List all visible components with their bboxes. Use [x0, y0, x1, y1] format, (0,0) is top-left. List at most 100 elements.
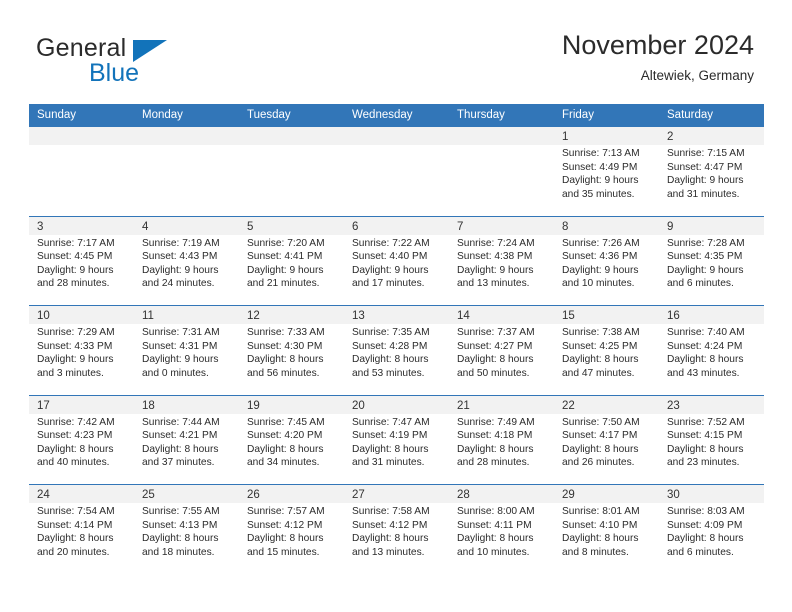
day-cell[interactable]: [449, 127, 554, 216]
day-cell[interactable]: 18 Sunrise: 7:44 AM Sunset: 4:21 PM Dayl…: [134, 395, 239, 484]
day-cell[interactable]: 25 Sunrise: 7:55 AM Sunset: 4:13 PM Dayl…: [134, 485, 239, 574]
daylight-line-2: and 10 minutes.: [562, 278, 635, 290]
sunset-line: Sunset: 4:09 PM: [667, 519, 743, 531]
day-info: Sunrise: 7:54 AM Sunset: 4:14 PM Dayligh…: [29, 503, 134, 559]
day-info: Sunrise: 8:01 AM Sunset: 4:10 PM Dayligh…: [554, 503, 659, 559]
day-cell[interactable]: 30 Sunrise: 8:03 AM Sunset: 4:09 PM Dayl…: [659, 485, 764, 574]
day-number: 8: [562, 220, 569, 233]
day-cell[interactable]: 20 Sunrise: 7:47 AM Sunset: 4:19 PM Dayl…: [344, 395, 449, 484]
day-cell[interactable]: 8 Sunrise: 7:26 AM Sunset: 4:36 PM Dayli…: [554, 216, 659, 305]
sunrise-line: Sunrise: 7:29 AM: [37, 327, 115, 338]
day-cell[interactable]: [29, 127, 134, 216]
sunrise-line: Sunrise: 7:20 AM: [247, 237, 325, 249]
general-blue-logo[interactable]: General Blue: [36, 34, 216, 92]
day-number-strip: 30: [659, 485, 764, 503]
sunset-line: Sunset: 4:12 PM: [352, 519, 428, 531]
weekday-header-row: Sunday Monday Tuesday Wednesday Thursday…: [29, 104, 764, 126]
day-info: Sunrise: 7:28 AM Sunset: 4:35 PM Dayligh…: [659, 235, 764, 291]
daylight-line-2: and 23 minutes.: [667, 457, 740, 469]
day-cell[interactable]: 22 Sunrise: 7:50 AM Sunset: 4:17 PM Dayl…: [554, 395, 659, 484]
sunset-line: Sunset: 4:38 PM: [457, 251, 533, 263]
day-cell[interactable]: 24 Sunrise: 7:54 AM Sunset: 4:14 PM Dayl…: [29, 485, 134, 574]
day-cell[interactable]: 28 Sunrise: 8:00 AM Sunset: 4:11 PM Dayl…: [449, 485, 554, 574]
daylight-line-1: Daylight: 9 hours: [562, 264, 639, 276]
sunrise-line: Sunrise: 7:35 AM: [352, 327, 430, 338]
day-cell[interactable]: 19 Sunrise: 7:45 AM Sunset: 4:20 PM Dayl…: [239, 395, 344, 484]
day-cell[interactable]: 29 Sunrise: 8:01 AM Sunset: 4:10 PM Dayl…: [554, 485, 659, 574]
daylight-line-1: Daylight: 9 hours: [352, 264, 429, 276]
day-cell[interactable]: 9 Sunrise: 7:28 AM Sunset: 4:35 PM Dayli…: [659, 216, 764, 305]
day-cell[interactable]: 1 Sunrise: 7:13 AM Sunset: 4:49 PM Dayli…: [554, 127, 659, 216]
sunset-line: Sunset: 4:23 PM: [37, 430, 113, 442]
day-number-strip: 26: [239, 485, 344, 503]
daylight-line-1: Daylight: 8 hours: [667, 354, 744, 366]
day-number: 4: [142, 220, 149, 233]
daylight-line-1: Daylight: 9 hours: [142, 354, 219, 366]
day-number-strip: 21: [449, 395, 554, 414]
daylight-line-1: Daylight: 8 hours: [37, 443, 114, 455]
day-cell[interactable]: 10 Sunrise: 7:29 AM Sunset: 4:33 PM Dayl…: [29, 306, 134, 395]
daylight-line-2: and 13 minutes.: [457, 278, 530, 290]
day-cell[interactable]: 12 Sunrise: 7:33 AM Sunset: 4:30 PM Dayl…: [239, 306, 344, 395]
day-cell[interactable]: 27 Sunrise: 7:58 AM Sunset: 4:12 PM Dayl…: [344, 485, 449, 574]
day-number: 7: [457, 220, 464, 233]
day-cell[interactable]: 5 Sunrise: 7:20 AM Sunset: 4:41 PM Dayli…: [239, 216, 344, 305]
sunset-line: Sunset: 4:25 PM: [562, 340, 638, 352]
day-number-strip: 16: [659, 306, 764, 324]
sunset-line: Sunset: 4:41 PM: [247, 251, 323, 263]
daylight-line-2: and 28 minutes.: [457, 457, 530, 469]
day-cell[interactable]: 11 Sunrise: 7:31 AM Sunset: 4:31 PM Dayl…: [134, 306, 239, 395]
daylight-line-2: and 3 minutes.: [37, 367, 104, 379]
sunset-line: Sunset: 4:27 PM: [457, 340, 533, 352]
day-cell[interactable]: 14 Sunrise: 7:37 AM Sunset: 4:27 PM Dayl…: [449, 306, 554, 395]
day-number: 18: [142, 399, 155, 412]
day-info: Sunrise: 7:45 AM Sunset: 4:20 PM Dayligh…: [239, 414, 344, 470]
sunrise-line: Sunrise: 7:50 AM: [562, 416, 640, 428]
daylight-line-1: Daylight: 8 hours: [457, 533, 534, 545]
daylight-line-1: Daylight: 8 hours: [667, 443, 744, 455]
page-subtitle: Altewiek, Germany: [640, 68, 754, 83]
sunrise-line: Sunrise: 7:31 AM: [142, 327, 220, 338]
calendar-grid: Sunday Monday Tuesday Wednesday Thursday…: [29, 104, 764, 574]
sunset-line: Sunset: 4:43 PM: [142, 251, 218, 263]
day-cell[interactable]: [134, 127, 239, 216]
day-cell[interactable]: 3 Sunrise: 7:17 AM Sunset: 4:45 PM Dayli…: [29, 216, 134, 305]
day-cell[interactable]: 23 Sunrise: 7:52 AM Sunset: 4:15 PM Dayl…: [659, 395, 764, 484]
sunset-line: Sunset: 4:47 PM: [667, 161, 743, 173]
day-info: Sunrise: 7:57 AM Sunset: 4:12 PM Dayligh…: [239, 503, 344, 559]
sunset-line: Sunset: 4:31 PM: [142, 340, 218, 352]
day-info: Sunrise: 7:33 AM Sunset: 4:30 PM Dayligh…: [239, 324, 344, 380]
sunset-line: Sunset: 4:35 PM: [667, 251, 743, 263]
day-number: 16: [667, 310, 680, 322]
day-cell[interactable]: 2 Sunrise: 7:15 AM Sunset: 4:47 PM Dayli…: [659, 127, 764, 216]
weekday-saturday: Saturday: [667, 109, 714, 121]
sunset-line: Sunset: 4:18 PM: [457, 430, 533, 442]
daylight-line-1: Daylight: 9 hours: [37, 264, 114, 276]
day-cell[interactable]: 13 Sunrise: 7:35 AM Sunset: 4:28 PM Dayl…: [344, 306, 449, 395]
day-cell[interactable]: 26 Sunrise: 7:57 AM Sunset: 4:12 PM Dayl…: [239, 485, 344, 574]
sunrise-line: Sunrise: 7:47 AM: [352, 416, 430, 428]
day-cell[interactable]: 15 Sunrise: 7:38 AM Sunset: 4:25 PM Dayl…: [554, 306, 659, 395]
weekday-sunday: Sunday: [37, 109, 77, 121]
daylight-line-2: and 47 minutes.: [562, 367, 635, 379]
day-number-strip: 20: [344, 395, 449, 414]
day-cell[interactable]: 16 Sunrise: 7:40 AM Sunset: 4:24 PM Dayl…: [659, 306, 764, 395]
day-cell[interactable]: 21 Sunrise: 7:49 AM Sunset: 4:18 PM Dayl…: [449, 395, 554, 484]
day-info: Sunrise: 7:52 AM Sunset: 4:15 PM Dayligh…: [659, 414, 764, 470]
day-number: 2: [667, 131, 674, 143]
day-number: 22: [562, 399, 575, 412]
day-cell[interactable]: [239, 127, 344, 216]
daylight-line-1: Daylight: 8 hours: [457, 354, 534, 366]
sunrise-line: Sunrise: 7:57 AM: [247, 506, 325, 517]
day-cell[interactable]: 7 Sunrise: 7:24 AM Sunset: 4:38 PM Dayli…: [449, 216, 554, 305]
weekday-thursday: Thursday: [457, 109, 505, 121]
day-cell[interactable]: 17 Sunrise: 7:42 AM Sunset: 4:23 PM Dayl…: [29, 395, 134, 484]
day-cell[interactable]: 6 Sunrise: 7:22 AM Sunset: 4:40 PM Dayli…: [344, 216, 449, 305]
daylight-line-2: and 35 minutes.: [562, 188, 635, 200]
day-info: Sunrise: 7:38 AM Sunset: 4:25 PM Dayligh…: [554, 324, 659, 380]
day-number: 20: [352, 399, 365, 412]
day-number: 26: [247, 489, 260, 501]
day-cell[interactable]: [344, 127, 449, 216]
day-cell[interactable]: 4 Sunrise: 7:19 AM Sunset: 4:43 PM Dayli…: [134, 216, 239, 305]
day-number-strip: 7: [449, 216, 554, 235]
